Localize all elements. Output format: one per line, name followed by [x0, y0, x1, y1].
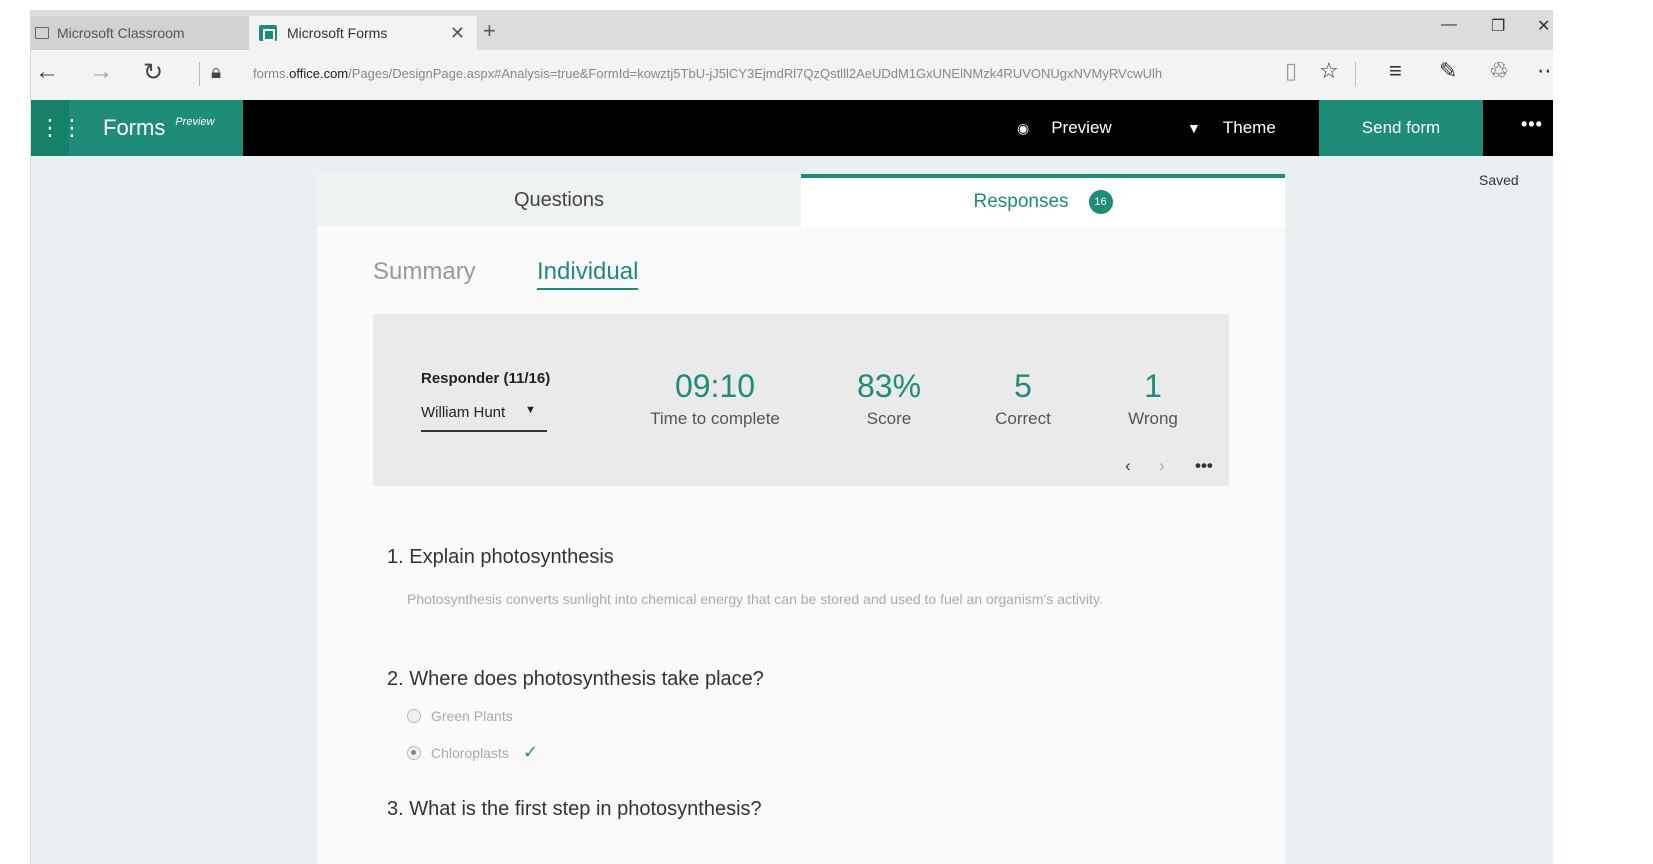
- option-chloroplasts: Chloroplasts ✓: [407, 742, 538, 763]
- paint-brush-icon: ▼: [1187, 120, 1201, 136]
- tab-responses[interactable]: Responses 16: [801, 174, 1285, 226]
- app-launcher-icon[interactable]: ⋮⋮⋮: [31, 100, 83, 156]
- url-domain: office.com: [289, 66, 349, 81]
- eye-icon: ◉: [1017, 119, 1030, 136]
- radio-selected-icon: [407, 745, 421, 760]
- responder-more-icon[interactable]: •••: [1195, 456, 1213, 476]
- stat-time: 09:10 Time to complete: [635, 368, 795, 429]
- forms-app-icon: [259, 25, 277, 41]
- tab-label: Microsoft Forms: [287, 25, 388, 41]
- tab-summary[interactable]: Summary: [373, 258, 476, 286]
- brand-area: ⋮⋮⋮ Forms Preview: [31, 100, 243, 156]
- close-window-icon[interactable]: ✕: [1537, 16, 1550, 36]
- new-tab-icon[interactable]: +: [483, 18, 496, 44]
- theme-label: Theme: [1222, 118, 1276, 137]
- tab-microsoft-classroom[interactable]: Microsoft Classroom: [31, 16, 249, 50]
- lock-icon: 🔒︎: [211, 62, 222, 83]
- content-area: Saved Questions Responses 16 Summary Ind…: [31, 156, 1553, 864]
- question-3-title: 3. What is the first step in photosynthe…: [387, 798, 762, 820]
- minimize-icon[interactable]: —: [1441, 16, 1457, 34]
- responder-stats-panel: Responder (11/16) William Hunt ▼ 09:10 T…: [373, 314, 1229, 486]
- option-label: Chloroplasts: [431, 744, 509, 761]
- app-bar: ⋮⋮⋮ Forms Preview ◉ Preview ▼ Theme Send…: [31, 100, 1553, 156]
- separator: [199, 62, 200, 86]
- previous-responder-icon[interactable]: ‹: [1125, 456, 1131, 476]
- hub-icon[interactable]: ≡: [1389, 58, 1402, 84]
- saved-status: Saved: [1479, 172, 1519, 188]
- stat-wrong: 1 Wrong: [1073, 368, 1233, 429]
- question-1-title: 1. Explain photosynthesis: [387, 546, 614, 568]
- tab-strip: Microsoft Classroom Microsoft Forms ✕ + …: [31, 10, 1553, 50]
- restore-icon[interactable]: ❐: [1491, 16, 1505, 36]
- tab-microsoft-forms[interactable]: Microsoft Forms ✕: [249, 16, 477, 50]
- question-1-answer: Photosynthesis converts sunlight into ch…: [407, 591, 1103, 607]
- theme-button[interactable]: ▼ Theme: [1187, 100, 1276, 156]
- responses-count-badge: 16: [1088, 190, 1113, 214]
- time-label: Time to complete: [650, 409, 780, 428]
- tab-label: Microsoft Classroom: [57, 25, 185, 41]
- refresh-icon[interactable]: ↻: [143, 58, 163, 87]
- url-field[interactable]: forms.office.com/Pages/DesignPage.aspx#A…: [253, 66, 1162, 81]
- close-tab-icon[interactable]: ✕: [450, 23, 465, 44]
- tab-questions[interactable]: Questions: [317, 174, 801, 226]
- time-value: 09:10: [674, 368, 756, 404]
- more-browser-icon[interactable]: ⋯: [1537, 58, 1553, 84]
- url-prefix: forms.: [253, 66, 290, 81]
- separator: [1355, 62, 1356, 86]
- reading-view-icon[interactable]: ▯: [1285, 58, 1297, 84]
- brand-name[interactable]: Forms: [103, 115, 165, 141]
- brand-tag: Preview: [175, 116, 215, 128]
- form-card: Questions Responses 16 Summary Individua…: [317, 174, 1285, 864]
- option-green-plants: Green Plants: [407, 708, 513, 724]
- browser-window: Microsoft Classroom Microsoft Forms ✕ + …: [30, 10, 1553, 864]
- forward-icon[interactable]: →: [89, 58, 113, 86]
- send-form-button[interactable]: Send form: [1319, 100, 1483, 156]
- question-2-title: 2. Where does photosynthesis take place?: [387, 668, 764, 690]
- wrong-value: 1: [1144, 368, 1162, 404]
- responder-dropdown[interactable]: William Hunt ▼: [421, 404, 547, 432]
- chevron-down-icon: ▼: [525, 404, 536, 416]
- back-icon[interactable]: ←: [35, 58, 59, 86]
- correct-check-icon: ✓: [522, 742, 538, 762]
- wrong-label: Wrong: [1128, 409, 1178, 428]
- main-tabs: Questions Responses 16: [317, 174, 1285, 226]
- tab-questions-label: Questions: [513, 188, 605, 211]
- page-icon: [35, 27, 49, 39]
- more-options-icon[interactable]: •••: [1521, 114, 1543, 135]
- preview-label: Preview: [1051, 118, 1112, 137]
- share-icon[interactable]: ♲: [1489, 58, 1509, 84]
- preview-button[interactable]: ◉ Preview: [1017, 100, 1112, 156]
- web-note-icon[interactable]: ✎: [1439, 58, 1457, 84]
- url-path: /Pages/DesignPage.aspx#Analysis=true&For…: [348, 66, 1163, 81]
- favorite-star-icon[interactable]: ☆: [1319, 58, 1339, 84]
- responder-label: Responder (11/16): [421, 370, 551, 387]
- tab-responses-label: Responses: [973, 191, 1069, 212]
- responder-name: William Hunt: [421, 404, 506, 421]
- option-label: Green Plants: [431, 708, 513, 724]
- tab-individual[interactable]: Individual: [537, 258, 639, 290]
- radio-icon: [407, 709, 421, 723]
- next-responder-icon[interactable]: ›: [1159, 456, 1165, 476]
